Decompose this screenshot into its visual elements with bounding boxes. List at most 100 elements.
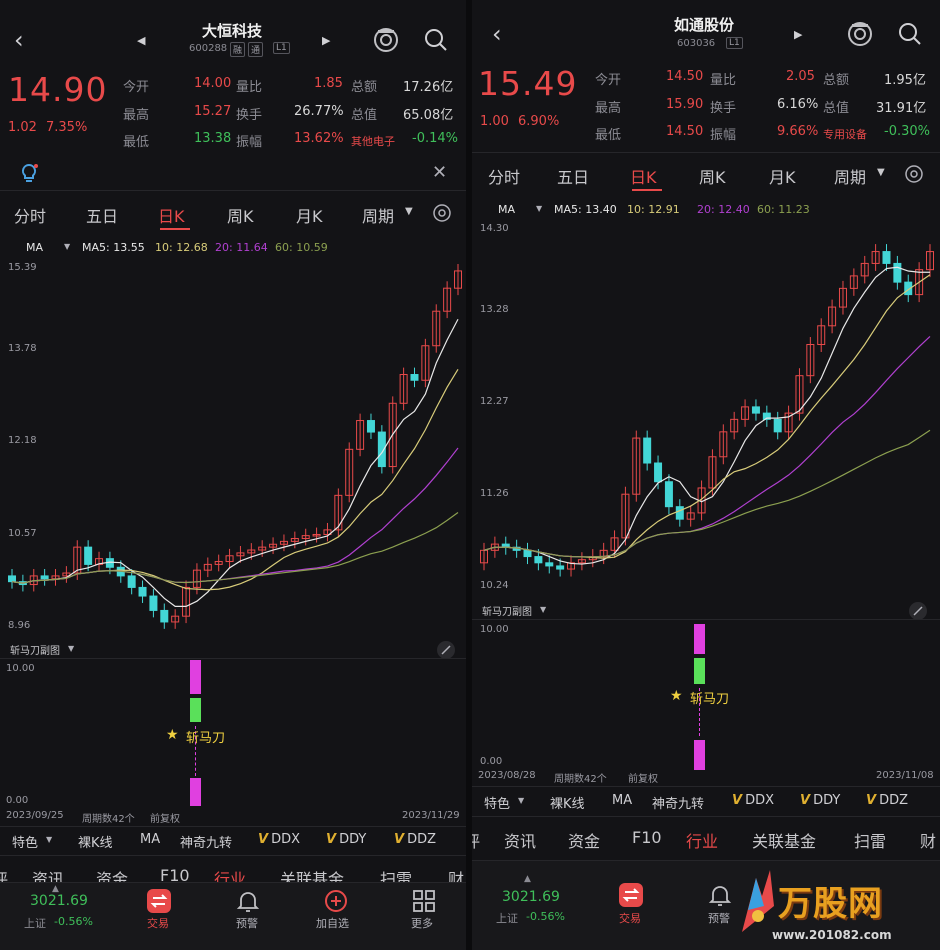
robot-assistant-icon[interactable]: [372, 26, 400, 54]
close-icon[interactable]: ✕: [432, 162, 447, 183]
ma-dropdown-icon[interactable]: ▼: [64, 242, 70, 251]
sub-chart-selector[interactable]: 斩马刀副图: [482, 603, 532, 618]
price-change-pct: 7.35%: [46, 120, 88, 135]
more-label[interactable]: 更多: [411, 915, 433, 931]
index-value[interactable]: 3021.69: [30, 893, 88, 909]
turnover-rate-value: 6.16%: [777, 97, 819, 112]
sub-chart-dropdown-icon[interactable]: ▼: [540, 605, 546, 614]
bell-icon[interactable]: [708, 883, 732, 907]
alert-label[interactable]: 预警: [236, 915, 258, 931]
nav-risk-scan[interactable]: 扫雷: [854, 828, 886, 852]
bell-icon[interactable]: [236, 889, 260, 913]
tab-period[interactable]: 周期: [362, 203, 394, 227]
tool-naked-k[interactable]: 裸K线: [550, 793, 585, 812]
tab-five-day[interactable]: 五日: [557, 164, 589, 188]
tool-naked-k[interactable]: 裸K线: [78, 832, 113, 851]
tool-ddz[interactable]: V DDZ: [394, 832, 436, 847]
active-tab-underline: [160, 228, 190, 230]
tab-period[interactable]: 周期: [834, 164, 866, 188]
adjust-mode[interactable]: 前复权: [628, 770, 658, 785]
nav-news[interactable]: 资讯: [504, 828, 536, 852]
more-grid-icon[interactable]: [412, 889, 436, 913]
candlestick-chart[interactable]: [472, 226, 940, 596]
last-price: 14.90: [8, 70, 108, 109]
expand-icon[interactable]: [436, 640, 456, 660]
settings-icon[interactable]: [432, 203, 452, 223]
tool-ddx[interactable]: V DDX: [732, 793, 774, 808]
period-dropdown-icon[interactable]: ▼: [405, 206, 413, 217]
search-icon[interactable]: [898, 22, 922, 46]
nav-f10[interactable]: F10: [632, 828, 662, 847]
connect-tag: 通: [248, 42, 264, 57]
tab-timeshare[interactable]: 分时: [14, 203, 46, 227]
candle-body: [149, 595, 158, 611]
industry-name[interactable]: 专用设备: [823, 126, 867, 142]
candle-body: [773, 418, 782, 433]
sub-chart-selector[interactable]: 斩马刀副图: [10, 642, 60, 657]
tool-ddz[interactable]: V DDZ: [866, 793, 908, 808]
tool-ddy[interactable]: V DDY: [800, 793, 840, 808]
tab-daily-k[interactable]: 日K: [158, 203, 185, 227]
trade-label[interactable]: 交易: [619, 910, 641, 926]
tab-weekly-k[interactable]: 周K: [227, 203, 254, 227]
sub-chart-dropdown-icon[interactable]: ▼: [68, 644, 74, 653]
open-value: 14.00: [194, 76, 232, 91]
alert-label[interactable]: 预警: [708, 910, 730, 926]
tool-ma[interactable]: MA: [612, 793, 632, 808]
ma-dropdown-icon[interactable]: ▼: [536, 204, 542, 213]
tab-timeshare[interactable]: 分时: [488, 164, 520, 188]
tab-daily-k[interactable]: 日K: [630, 164, 657, 188]
ma10-value: 10: 12.68: [155, 241, 208, 254]
trade-icon[interactable]: [147, 889, 171, 913]
amplitude-label: 振幅: [236, 135, 263, 150]
tool-ddy[interactable]: V DDY: [326, 832, 366, 847]
tab-monthly-k[interactable]: 月K: [296, 203, 323, 227]
vol-ratio-label: 量比: [236, 80, 263, 95]
prev-stock-icon[interactable]: ◀: [137, 34, 145, 47]
period-dropdown-icon[interactable]: ▼: [877, 167, 885, 178]
add-watchlist-label[interactable]: 加自选: [316, 915, 349, 931]
high-label: 最高: [123, 108, 150, 123]
next-stock-icon[interactable]: ▶: [794, 28, 802, 41]
back-icon[interactable]: ‹: [14, 26, 24, 54]
robot-assistant-icon[interactable]: [846, 20, 874, 48]
candlestick-chart[interactable]: [0, 260, 466, 632]
nav-capital[interactable]: 资金: [568, 828, 600, 852]
settings-icon[interactable]: [904, 164, 924, 184]
ma10-value: 10: 12.91: [627, 203, 680, 216]
industry-name[interactable]: 其他电子: [351, 133, 395, 149]
nav-related-funds[interactable]: 关联基金: [752, 828, 816, 852]
adjust-mode[interactable]: 前复权: [150, 810, 180, 825]
ma-label[interactable]: MA: [26, 241, 43, 254]
tool-magic-nine[interactable]: 神奇九转: [652, 793, 704, 812]
lightbulb-icon[interactable]: [18, 162, 40, 184]
tool-feature[interactable]: 特色: [484, 793, 510, 812]
nav-comment[interactable]: 评: [472, 828, 480, 852]
ma-label[interactable]: MA: [498, 203, 515, 216]
signal-bar-magenta-bottom: [694, 740, 705, 770]
search-icon[interactable]: [424, 28, 448, 52]
open-label: 今开: [595, 73, 622, 88]
nav-industry[interactable]: 行业: [686, 828, 718, 852]
signal-bar-green: [694, 658, 705, 684]
next-stock-icon[interactable]: ▶: [322, 34, 330, 47]
nav-finance[interactable]: 财: [920, 828, 936, 852]
index-value[interactable]: 3021.69: [502, 889, 560, 905]
feature-dropdown-icon[interactable]: ▼: [46, 835, 52, 844]
candle-body: [8, 575, 16, 583]
tab-monthly-k[interactable]: 月K: [769, 164, 796, 188]
trade-icon[interactable]: [619, 883, 643, 907]
tool-ddx[interactable]: V DDX: [258, 832, 300, 847]
add-watchlist-icon[interactable]: [324, 889, 348, 913]
tab-weekly-k[interactable]: 周K: [699, 164, 726, 188]
brand-url: www.201082.com: [772, 928, 892, 942]
expand-icon[interactable]: [908, 601, 928, 621]
open-value: 14.50: [666, 69, 704, 84]
feature-dropdown-icon[interactable]: ▼: [518, 796, 524, 805]
tool-feature[interactable]: 特色: [12, 832, 38, 851]
tool-magic-nine[interactable]: 神奇九转: [180, 832, 232, 851]
tool-ma[interactable]: MA: [140, 832, 160, 847]
tab-five-day[interactable]: 五日: [86, 203, 118, 227]
back-icon[interactable]: ‹: [492, 20, 502, 48]
trade-label[interactable]: 交易: [147, 915, 169, 931]
